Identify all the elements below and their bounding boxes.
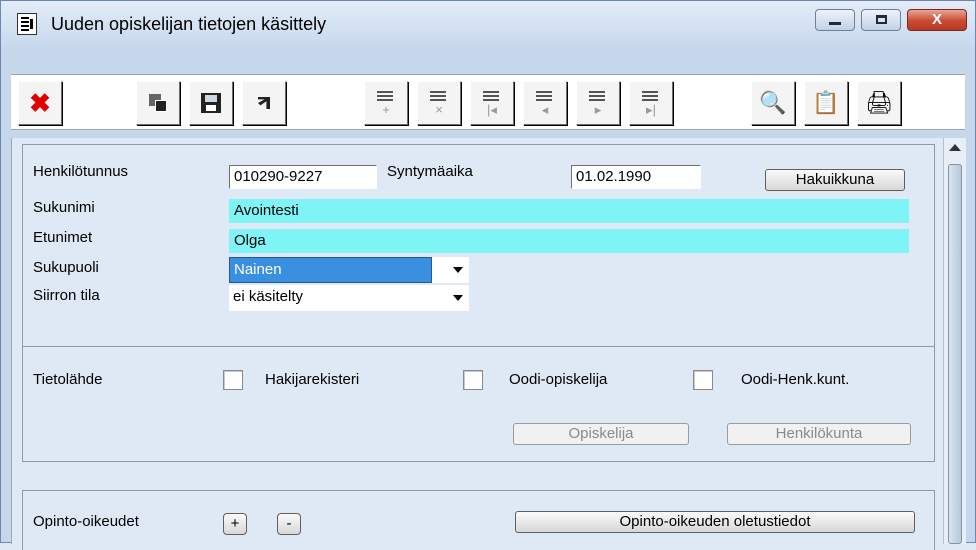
opinto-oikeudet-label: Opinto-oikeudet [33, 513, 139, 530]
sukunimi-label: Sukunimi [33, 199, 95, 216]
hakijarekisteri-checkbox[interactable] [223, 370, 243, 390]
last-record-icon: ▸| [640, 89, 662, 117]
oodi-opiskelija-checkbox[interactable] [463, 370, 483, 390]
remove-right-button[interactable]: - [277, 513, 301, 535]
toolbar: ✖ + × |◂ ◂ ▸ ▸| 🔍 📋 🖨 [11, 74, 965, 130]
scrollbar-thumb[interactable] [948, 164, 962, 544]
app-icon [17, 13, 37, 35]
oodi-henk-kunt-label: Oodi-Henk.kunt. [741, 371, 850, 388]
search-icon: 🔍 [759, 90, 787, 115]
opinto-oikeuden-oletustiedot-button[interactable]: Opinto-oikeuden oletustiedot [515, 511, 915, 533]
save-icon [201, 93, 221, 113]
minimize-icon [829, 22, 841, 25]
return-icon [256, 95, 272, 111]
first-record-button[interactable]: |◂ [470, 81, 514, 125]
tietolahde-label: Tietolähde [33, 371, 103, 388]
cancel-button[interactable]: ✖ [18, 81, 62, 125]
maximize-button[interactable] [861, 9, 901, 31]
sukupuoli-select[interactable]: Nainen [229, 257, 469, 283]
siirron-tila-select[interactable]: ei käsitelty [229, 285, 469, 311]
minimize-button[interactable] [815, 9, 855, 31]
search-button[interactable]: 🔍 [751, 81, 795, 125]
siirron-tila-label: Siirron tila [33, 287, 100, 304]
chevron-down-icon [453, 295, 463, 301]
next-record-button[interactable]: ▸ [576, 81, 620, 125]
form-area: Henkilötunnus 010290-9227 Syntymäaika 01… [11, 138, 944, 550]
syntymaaika-label: Syntymäaika [387, 163, 473, 180]
sukunimi-field[interactable]: Avointesti [229, 199, 909, 223]
vertical-scrollbar[interactable] [943, 138, 966, 544]
source-section: Tietolähde Hakijarekisteri Oodi-opiskeli… [22, 346, 935, 462]
title-bar[interactable]: Uuden opiskelijan tietojen käsittely X [1, 1, 975, 47]
person-section: Henkilötunnus 010290-9227 Syntymäaika 01… [22, 144, 935, 346]
siirron-tila-value: ei käsitelty [233, 288, 304, 305]
delete-row-button[interactable]: × [417, 81, 461, 125]
print-icon: 🖨 [865, 90, 893, 115]
add-right-button[interactable]: + [223, 513, 247, 535]
henkilokunta-button[interactable]: Henkilökunta [727, 423, 911, 445]
oodi-opiskelija-label: Oodi-opiskelija [509, 371, 608, 388]
close-icon: ✖ [29, 87, 51, 118]
save-button[interactable] [189, 81, 233, 125]
print-button[interactable]: 🖨 [857, 81, 901, 125]
document-button[interactable]: 📋 [804, 81, 848, 125]
add-row-button[interactable]: + [364, 81, 408, 125]
next-record-icon: ▸ [587, 89, 609, 117]
last-record-button[interactable]: ▸| [629, 81, 673, 125]
rights-section: Opinto-oikeudet + - Opinto-oikeuden olet… [22, 490, 935, 550]
return-button[interactable] [242, 81, 286, 125]
close-window-button[interactable]: X [907, 9, 967, 31]
chevron-down-icon [453, 267, 463, 273]
previous-record-icon: ◂ [534, 89, 556, 117]
henkilotunnus-label: Henkilötunnus [33, 163, 129, 180]
oodi-henk-kunt-checkbox[interactable] [693, 370, 713, 390]
delete-row-icon: × [428, 89, 450, 117]
close-window-icon: X [931, 11, 942, 28]
hakijarekisteri-label: Hakijarekisteri [265, 371, 360, 388]
scroll-up-icon[interactable] [949, 144, 961, 151]
henkilotunnus-field[interactable]: 010290-9227 [229, 165, 377, 189]
hakuikkuna-button[interactable]: Hakuikkuna [765, 169, 905, 191]
previous-record-button[interactable]: ◂ [523, 81, 567, 125]
syntymaaika-field[interactable]: 01.02.1990 [571, 165, 701, 189]
app-window: Uuden opiskelijan tietojen käsittely X ✖… [0, 0, 976, 550]
etunimet-field[interactable]: Olga [229, 229, 909, 253]
maximize-icon [876, 15, 887, 24]
copy-icon [149, 94, 167, 112]
copy-button[interactable] [136, 81, 180, 125]
document-icon: 📋 [812, 90, 840, 115]
add-row-icon: + [375, 89, 397, 117]
etunimet-label: Etunimet [33, 229, 93, 246]
first-record-icon: |◂ [481, 89, 503, 117]
sukupuoli-label: Sukupuoli [33, 259, 99, 276]
window-title: Uuden opiskelijan tietojen käsittely [51, 14, 327, 34]
sukupuoli-value: Nainen [229, 257, 432, 283]
opiskelija-button[interactable]: Opiskelija [513, 423, 689, 445]
